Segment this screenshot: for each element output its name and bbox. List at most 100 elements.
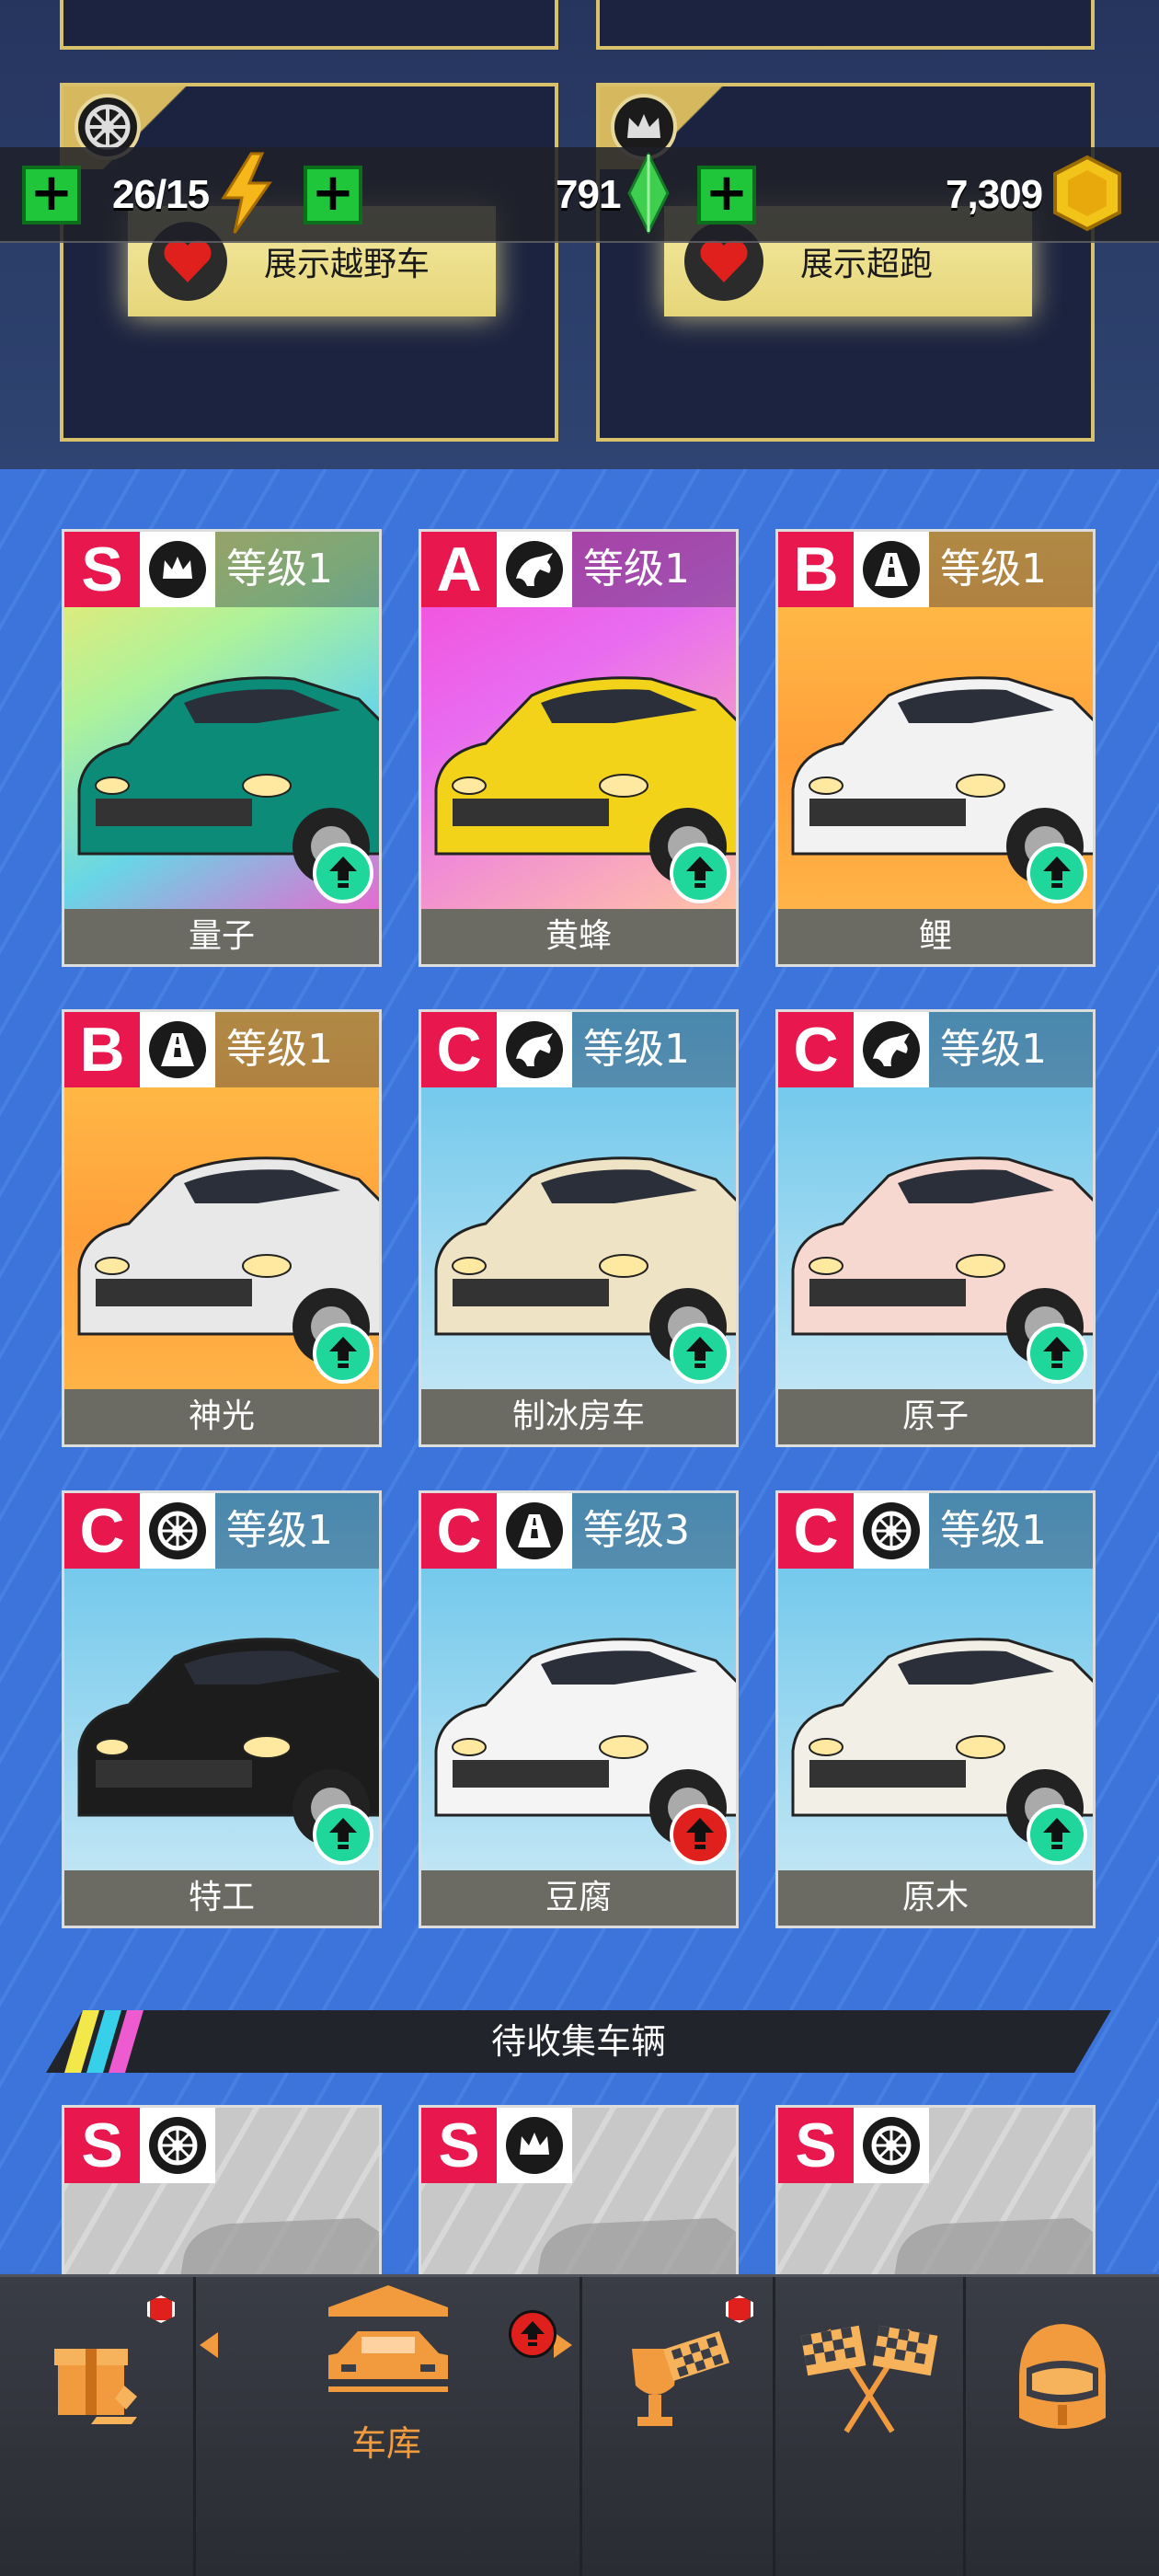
car-level-label: 等级1 (572, 1012, 736, 1087)
energy-value: 26/15 (112, 172, 210, 217)
chevron-left-icon[interactable] (200, 2332, 220, 2362)
car-rank-badge: B (64, 1012, 140, 1087)
showcase-slot-previous-left (60, 0, 558, 50)
car-brand-emblem (140, 1012, 215, 1087)
car-card[interactable]: C 等级1 原木 (775, 1490, 1096, 1928)
add-energy-button[interactable]: + (22, 166, 81, 224)
car-level-label: 等级1 (215, 1012, 379, 1087)
car-brand-emblem (140, 1493, 215, 1569)
pending-card-header: S (421, 2108, 572, 2183)
car-brand-emblem (854, 532, 929, 607)
car-card[interactable]: C 等级1 制冰房车 (419, 1009, 739, 1447)
pending-collection-title: 待收集车辆 (490, 2021, 666, 2062)
coin-value: 7,309 (946, 172, 1043, 217)
car-name-label: 量子 (64, 909, 379, 964)
car-card[interactable]: C 等级3 豆腐 (419, 1490, 739, 1928)
car-rank-badge: S (64, 532, 140, 607)
upgrade-arrow-icon[interactable] (1027, 1323, 1087, 1384)
upgrade-arrow-icon[interactable] (313, 1804, 373, 1865)
coin-icon (1048, 154, 1127, 236)
car-name-label: 鲤 (778, 909, 1093, 964)
add-gems-button[interactable]: + (304, 166, 362, 224)
car-card-header: C 等级1 (421, 1012, 736, 1087)
upgrade-arrow-icon[interactable] (1027, 1804, 1087, 1865)
car-card-header: C 等级1 (778, 1012, 1093, 1087)
car-name-label: 特工 (64, 1870, 379, 1926)
upgrade-arrow-icon[interactable] (313, 843, 373, 903)
car-rank-badge: C (778, 1493, 854, 1569)
car-card[interactable]: C 等级1 原子 (775, 1009, 1096, 1447)
showcase-slot-offroad[interactable]: 展示越野车 (60, 83, 558, 442)
upgrade-arrow-icon[interactable] (670, 843, 730, 903)
car-rank-badge: C (778, 1012, 854, 1087)
wheel-icon (863, 2117, 920, 2174)
gem-icon (625, 151, 671, 237)
car-level-label: 等级1 (929, 532, 1093, 607)
car-brand-emblem (497, 532, 572, 607)
bottom-navigation: 车库 (0, 2274, 1159, 2576)
upgrade-arrow-icon[interactable] (670, 1804, 730, 1865)
pending-card-header: S (64, 2108, 215, 2183)
garage-icon (301, 2280, 476, 2403)
road-icon (863, 541, 920, 598)
race-flags-icon (791, 2312, 947, 2444)
car-card-header: B 等级1 (64, 1012, 379, 1087)
car-rank-badge: S (778, 2108, 854, 2183)
car-card[interactable]: C 等级1 特工 (62, 1490, 382, 1928)
horse-icon (506, 1021, 563, 1078)
pending-collection-banner: 待收集车辆 (46, 2010, 1111, 2073)
road-icon (506, 1502, 563, 1559)
nav-profile[interactable] (966, 2277, 1159, 2479)
car-card-header: S 等级1 (64, 532, 379, 607)
lightning-icon (216, 152, 275, 238)
car-name-label: 原木 (778, 1870, 1093, 1926)
energy-counter: + 26/15 (22, 152, 275, 234)
car-rank-badge: C (421, 1012, 497, 1087)
car-name-label: 黄蜂 (421, 909, 736, 964)
car-name-label: 豆腐 (421, 1870, 736, 1926)
upgrade-arrow-icon[interactable] (313, 1323, 373, 1384)
helmet-icon (1012, 2317, 1113, 2440)
car-rank-badge: A (421, 532, 497, 607)
showcase-slot-previous-right (596, 0, 1095, 50)
car-brand-emblem (854, 1493, 929, 1569)
nav-race[interactable] (775, 2277, 963, 2479)
car-level-label: 等级1 (215, 1493, 379, 1569)
upgrade-arrow-icon[interactable] (670, 1323, 730, 1384)
car-card-header: C 等级1 (64, 1493, 379, 1569)
car-level-label: 等级1 (929, 1012, 1093, 1087)
car-level-label: 等级1 (215, 532, 379, 607)
car-brand-emblem (854, 2108, 929, 2183)
car-level-label: 等级1 (572, 532, 736, 607)
rainbow-stripes-decoration (64, 2010, 143, 2073)
nav-garage[interactable] (196, 2277, 580, 2406)
car-brand-emblem (497, 2108, 572, 2183)
nav-garage-label: 车库 (350, 2423, 421, 2464)
car-name-label: 神光 (64, 1389, 379, 1444)
car-card[interactable]: B 等级1 鲤 (775, 529, 1096, 967)
road-icon (149, 1021, 206, 1078)
crown-icon (149, 541, 206, 598)
nav-events[interactable] (582, 2277, 773, 2479)
car-rank-badge: S (64, 2108, 140, 2183)
car-card-header: A 等级1 (421, 532, 736, 607)
car-brand-emblem (140, 532, 215, 607)
upgrade-arrow-icon[interactable] (1027, 843, 1087, 903)
car-card[interactable]: A 等级1 黄蜂 (419, 529, 739, 967)
car-card[interactable]: B 等级1 神光 (62, 1009, 382, 1447)
gem-counter: + 791 (304, 151, 671, 236)
showcase-slot-supercar[interactable]: 展示超跑 (596, 83, 1095, 442)
car-card[interactable]: S 等级1 量子 (62, 529, 382, 967)
showcase-supercar-label: 展示超跑 (800, 246, 934, 283)
car-card-header: B 等级1 (778, 532, 1093, 607)
car-rank-badge: B (778, 532, 854, 607)
car-level-label: 等级1 (929, 1493, 1093, 1569)
crown-icon (506, 2117, 563, 2174)
nav-shop[interactable] (0, 2277, 193, 2479)
car-brand-emblem (497, 1493, 572, 1569)
add-coins-button[interactable]: + (697, 166, 756, 224)
upgrade-available-icon (509, 2310, 557, 2358)
car-brand-emblem (140, 2108, 215, 2183)
car-rank-badge: S (421, 2108, 497, 2183)
pending-card-header: S (778, 2108, 929, 2183)
